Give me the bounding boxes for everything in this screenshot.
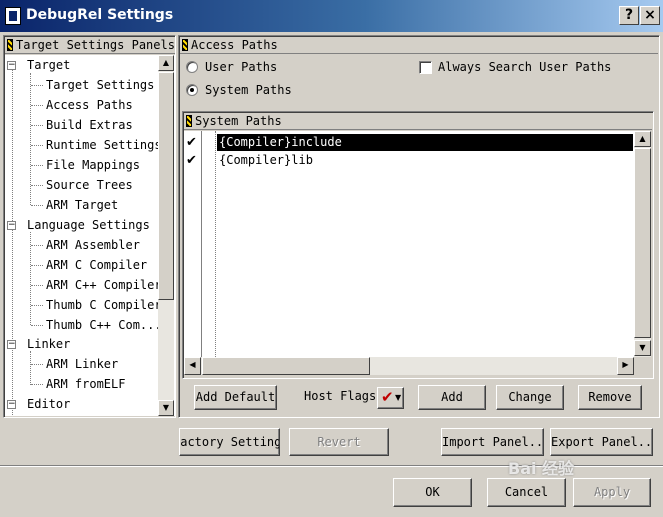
tree-branch — [31, 265, 43, 266]
tree-item-label: Source Trees — [46, 178, 133, 192]
change-path-button[interactable]: Change — [496, 385, 564, 410]
tree-branch — [31, 165, 43, 166]
user-paths-radio[interactable] — [186, 61, 198, 73]
collapse-icon[interactable]: − — [7, 400, 16, 409]
tree-item-label: ARM Assembler — [46, 238, 140, 252]
settings-tree[interactable]: − Target Target Settings Access Paths Bu… — [5, 55, 175, 416]
tree-line — [30, 351, 31, 385]
tree-item-label: ARM C Compiler — [46, 258, 148, 272]
tree-line — [12, 67, 13, 415]
tree-panel-title: Target Settings Panels — [16, 38, 175, 52]
scroll-down-icon[interactable]: ▼ — [158, 400, 174, 416]
tree-item-label: ARM Target — [46, 198, 119, 212]
ok-button[interactable]: OK — [393, 478, 472, 507]
scroll-thumb[interactable] — [202, 357, 370, 375]
panel-marker-icon — [186, 115, 192, 127]
tree-item-label: Target — [27, 58, 71, 72]
tree-branch — [31, 364, 43, 365]
tree-branch — [31, 245, 43, 246]
tree-scrollbar[interactable]: ▲ ▼ — [158, 55, 174, 416]
path-enabled-check-icon[interactable]: ✔ — [186, 134, 197, 151]
chevron-down-icon: ▼ — [395, 393, 402, 402]
host-flags-label: Host Flags: — [304, 389, 384, 403]
settings-dialog: DebugRel Settings ? × Target Settings Pa… — [0, 0, 663, 517]
tree-item-label: File Mappings — [46, 158, 140, 172]
scroll-up-icon[interactable]: ▲ — [634, 131, 651, 147]
path-list-header: System Paths — [184, 113, 652, 130]
scroll-thumb[interactable] — [158, 72, 174, 300]
user-paths-label: User Paths — [205, 60, 278, 74]
path-list-vscroll[interactable]: ▲ ▼ — [634, 131, 651, 357]
tree-item-label: Build Extras — [46, 118, 133, 132]
panel-marker-icon — [7, 39, 13, 51]
tree-branch — [31, 85, 43, 86]
add-default-button[interactable]: Add Default — [194, 385, 277, 410]
tree-item-label: Linker — [27, 337, 71, 351]
always-search-label: Always Search User Paths — [438, 60, 612, 74]
collapse-icon[interactable]: − — [7, 221, 16, 230]
tree-item-label: Target Settings — [46, 78, 155, 92]
tree-item-label: ARM fromELF — [46, 377, 126, 391]
host-flags-check-icon: ✔ — [381, 388, 394, 406]
path-text: {Compiler}include — [217, 134, 633, 151]
always-search-checkbox[interactable] — [419, 61, 432, 74]
close-button[interactable]: × — [640, 6, 660, 25]
tree-item-label: Thumb C Compiler — [46, 298, 162, 312]
tree-branch — [31, 305, 43, 306]
path-row[interactable]: ✔ {Compiler}include — [184, 134, 634, 152]
tree-item-label: Editor — [27, 397, 71, 411]
tree-branch — [31, 285, 43, 286]
collapse-icon[interactable]: − — [7, 340, 16, 349]
path-list-hscroll[interactable]: ◀ ▶ — [184, 357, 634, 375]
path-text: {Compiler}lib — [219, 153, 313, 167]
add-path-button[interactable]: Add — [418, 385, 486, 410]
export-panel-button[interactable]: Export Panel... — [550, 428, 653, 456]
host-flags-dropdown[interactable]: ✔ ▼ — [377, 387, 404, 409]
tree-panel-header: Target Settings Panels — [5, 37, 175, 54]
system-paths-radio[interactable] — [186, 84, 198, 96]
tree-branch — [31, 384, 43, 385]
window-title: DebugRel Settings — [26, 7, 174, 23]
scroll-thumb[interactable] — [634, 148, 651, 338]
watermark-logo: Bai 经验 — [508, 459, 575, 478]
scroll-up-icon[interactable]: ▲ — [158, 55, 174, 71]
path-list[interactable]: ✔ {Compiler}include ✔ {Compiler}lib — [184, 131, 634, 357]
panel-marker-icon — [182, 39, 188, 51]
apply-button[interactable]: Apply — [573, 478, 651, 507]
scroll-right-icon[interactable]: ▶ — [617, 357, 634, 375]
path-row[interactable]: ✔ {Compiler}lib — [184, 152, 634, 170]
tree-item-label: Language Settings — [27, 218, 150, 232]
tree-item-label: Runtime Settings — [46, 138, 162, 152]
path-enabled-check-icon[interactable]: ✔ — [186, 152, 197, 169]
remove-path-button[interactable]: Remove — [578, 385, 642, 410]
tree-branch — [31, 185, 43, 186]
collapse-icon[interactable]: − — [7, 61, 16, 70]
tree-item-label: ARM Linker — [46, 357, 119, 371]
tree-branch — [31, 105, 43, 106]
system-paths-label: System Paths — [205, 83, 292, 97]
scroll-down-icon[interactable]: ▼ — [634, 340, 651, 356]
tree-branch — [31, 205, 43, 206]
title-bar[interactable]: DebugRel Settings ? × — [0, 0, 663, 32]
tree-branch — [31, 125, 43, 126]
factory-settings-button[interactable]: Factory Settings — [179, 428, 280, 456]
tree-item-label: ARM C++ Compiler — [46, 278, 162, 292]
access-paths-title: Access Paths — [191, 38, 278, 52]
help-button[interactable]: ? — [619, 6, 639, 25]
app-icon — [5, 7, 21, 25]
revert-button[interactable]: Revert — [289, 428, 389, 456]
tree-item-label: Thumb C++ Com... — [46, 318, 162, 332]
factory-settings-label: Factory Settings — [180, 435, 279, 449]
import-panel-button[interactable]: Import Panel... — [441, 428, 544, 456]
tree-branch — [31, 325, 43, 326]
scroll-left-icon[interactable]: ◀ — [184, 357, 201, 375]
tree-branch — [31, 145, 43, 146]
path-list-title: System Paths — [195, 114, 282, 128]
tree-item-label: Access Paths — [46, 98, 133, 112]
cancel-button[interactable]: Cancel — [487, 478, 566, 507]
access-paths-header: Access Paths — [180, 37, 658, 54]
